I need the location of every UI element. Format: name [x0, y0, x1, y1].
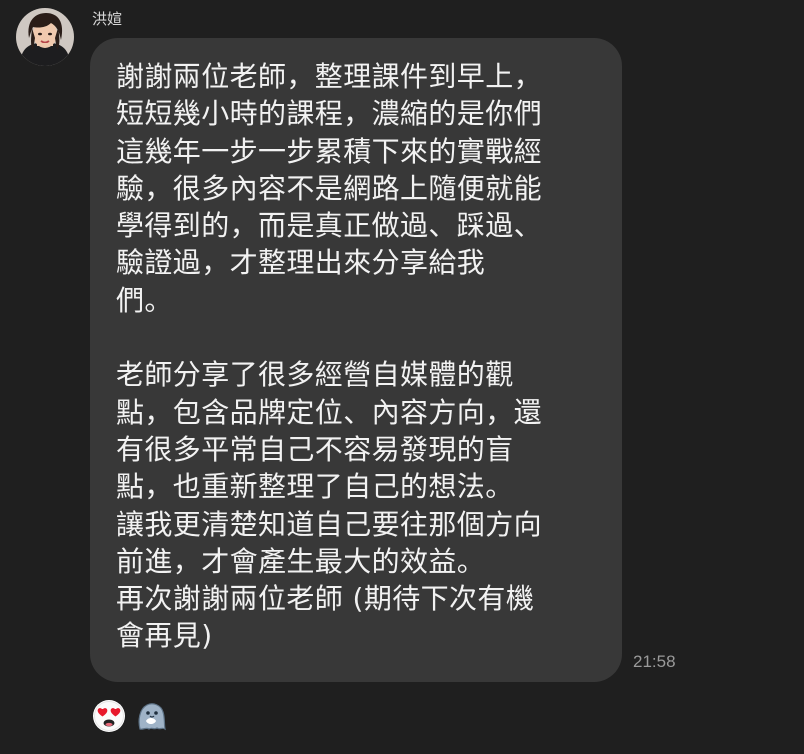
message-line: 有很多平常自己不容易發現的盲 [116, 432, 514, 466]
message-bubble[interactable]: 謝謝兩位老師，整理課件到早上， 短短幾小時的課程，濃縮的是你們 這幾年一步一步累… [90, 38, 622, 682]
message-text: 謝謝兩位老師，整理課件到早上， 短短幾小時的課程，濃縮的是你們 這幾年一步一步累… [116, 58, 616, 655]
message-line: 驗，很多內容不是網路上隨便就能 [116, 171, 543, 205]
sender-avatar[interactable] [16, 8, 74, 66]
heart-eyes-emoji-icon[interactable] [92, 699, 126, 733]
message-line: 驗證過，才整理出來分享給我 [116, 246, 486, 280]
reaction-bar [92, 699, 168, 733]
message-line: 們。 [116, 283, 173, 317]
message-line: 謝謝兩位老師，整理課件到早上， [116, 60, 543, 93]
message-line: 這幾年一步一步累積下來的實戰經 [116, 134, 543, 168]
message-line: 讓我更清楚知道自己要往那個方向 [116, 507, 543, 541]
sender-name: 洪媗 [92, 10, 123, 28]
message-paragraph: 老師分享了很多經營自媒體的觀 點，包含品牌定位、內容方向，還 有很多平常自己不容… [116, 356, 616, 654]
message-line: 老師分享了很多經營自媒體的觀 [116, 358, 514, 392]
message-line: 點，包含品牌定位、內容方向，還 [116, 395, 543, 429]
message-line: 再次謝謝兩位老師 (期待下次有機 [116, 582, 535, 616]
avatar-photo-icon [16, 8, 74, 66]
message-line: 學得到的，而是真正做過、踩過、 [116, 209, 543, 243]
message-line: 前進，才會產生最大的效益。 [116, 544, 486, 578]
message-paragraph: 謝謝兩位老師，整理課件到早上， 短短幾小時的課程，濃縮的是你們 這幾年一步一步累… [116, 58, 616, 319]
ghost-sticker-icon[interactable] [134, 699, 168, 733]
message-timestamp: 21:58 [633, 652, 676, 671]
message-line: 點，也重新整理了自己的想法。 [116, 470, 514, 504]
message-line: 短短幾小時的課程，濃縮的是你們 [116, 97, 543, 131]
message-line: 會再見) [116, 619, 213, 653]
